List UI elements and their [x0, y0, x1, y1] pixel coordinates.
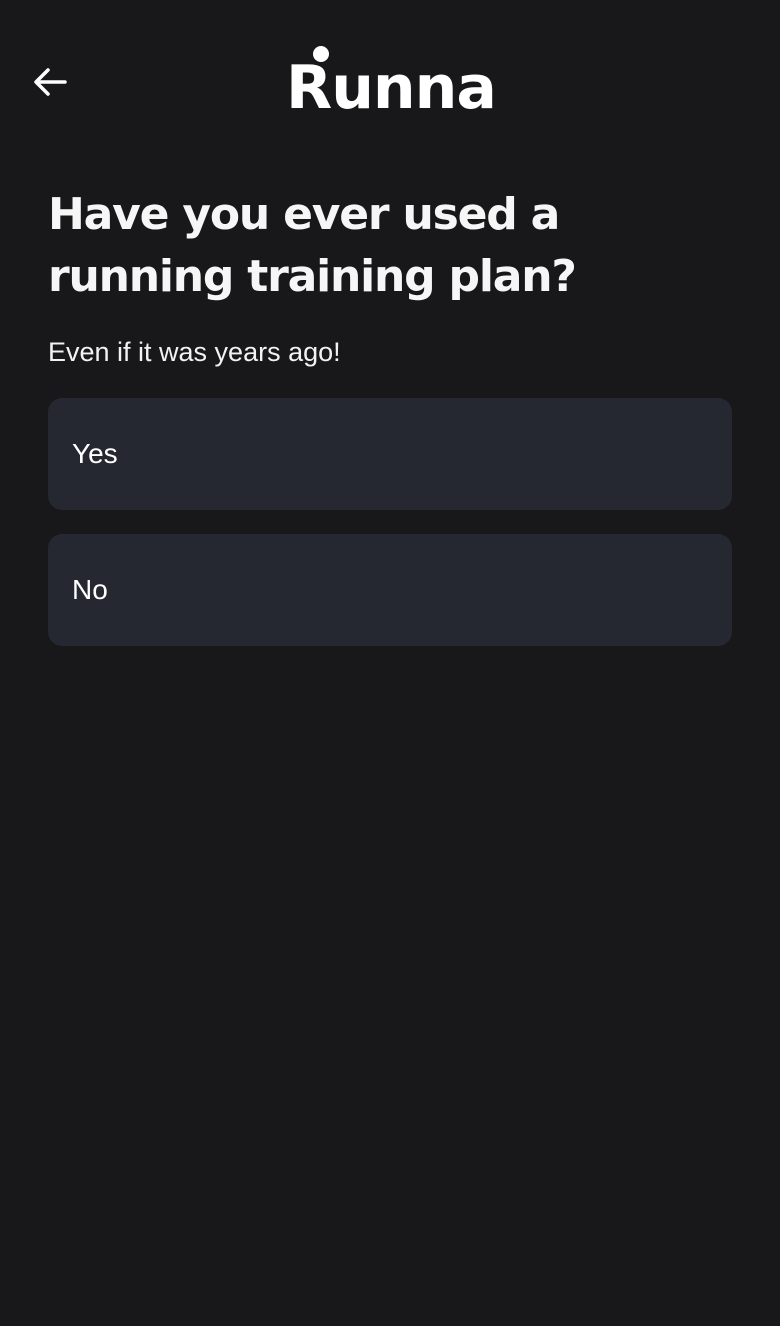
- logo-dot: [313, 46, 329, 62]
- question-title: Have you ever used a running training pl…: [48, 189, 577, 302]
- answer-options: Yes No: [48, 398, 732, 646]
- option-no-button[interactable]: No: [48, 534, 732, 646]
- option-yes-label: Yes: [72, 438, 118, 469]
- header: Runna: [0, 0, 780, 160]
- onboarding-screen: Runna Have you ever used a running train…: [0, 0, 780, 1326]
- logo-text: Runna: [286, 53, 496, 116]
- question-subtitle: Even if it was years ago!: [48, 337, 341, 367]
- question-content: Have you ever used a running training pl…: [48, 184, 732, 646]
- option-yes-button[interactable]: Yes: [48, 398, 732, 510]
- arrow-left-icon: [34, 68, 67, 96]
- runna-logo: Runna: [286, 46, 496, 116]
- option-no-label: No: [72, 574, 108, 605]
- back-button[interactable]: [24, 58, 76, 106]
